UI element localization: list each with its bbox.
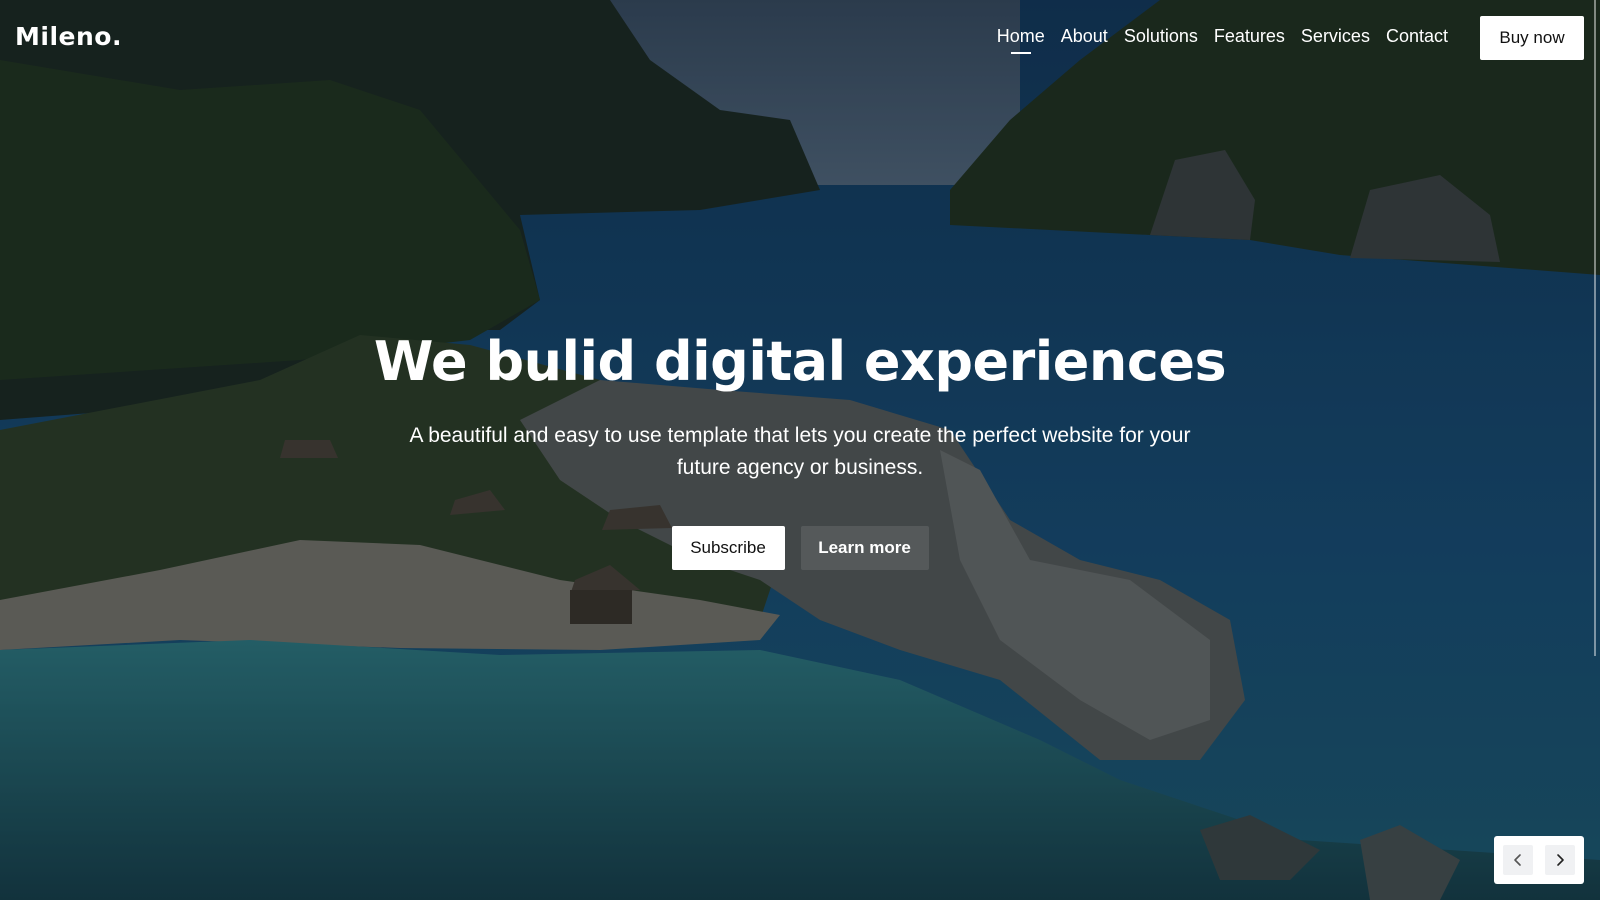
- learn-more-button[interactable]: Learn more: [800, 526, 929, 570]
- nav-item-home[interactable]: Home: [997, 26, 1045, 54]
- hero-actions: Subscribe Learn more: [0, 526, 1600, 570]
- nav-item-contact[interactable]: Contact: [1386, 26, 1448, 51]
- nav-item-about[interactable]: About: [1061, 26, 1108, 51]
- hero-title: We bulid digital experiences: [373, 330, 1227, 393]
- nav-item-solutions[interactable]: Solutions: [1124, 26, 1198, 51]
- hero-subtitle: A beautiful and easy to use template tha…: [409, 424, 1191, 479]
- main-nav: Home About Solutions Features Services C…: [997, 26, 1448, 54]
- nav-item-services[interactable]: Services: [1301, 26, 1370, 51]
- subscribe-button[interactable]: Subscribe: [671, 526, 785, 570]
- next-slide-button[interactable]: [1545, 845, 1575, 875]
- slider-controls: [1494, 836, 1584, 884]
- chevron-left-icon: [1514, 854, 1521, 866]
- nav-item-features[interactable]: Features: [1214, 26, 1285, 51]
- hero-section: Mileno. Home About Solutions Features Se…: [0, 0, 1600, 900]
- scroll-indicator[interactable]: [1594, 0, 1596, 656]
- prev-slide-button[interactable]: [1503, 845, 1533, 875]
- chevron-right-icon: [1557, 854, 1564, 866]
- buy-now-button[interactable]: Buy now: [1480, 16, 1584, 60]
- brand-logo[interactable]: Mileno.: [15, 22, 122, 51]
